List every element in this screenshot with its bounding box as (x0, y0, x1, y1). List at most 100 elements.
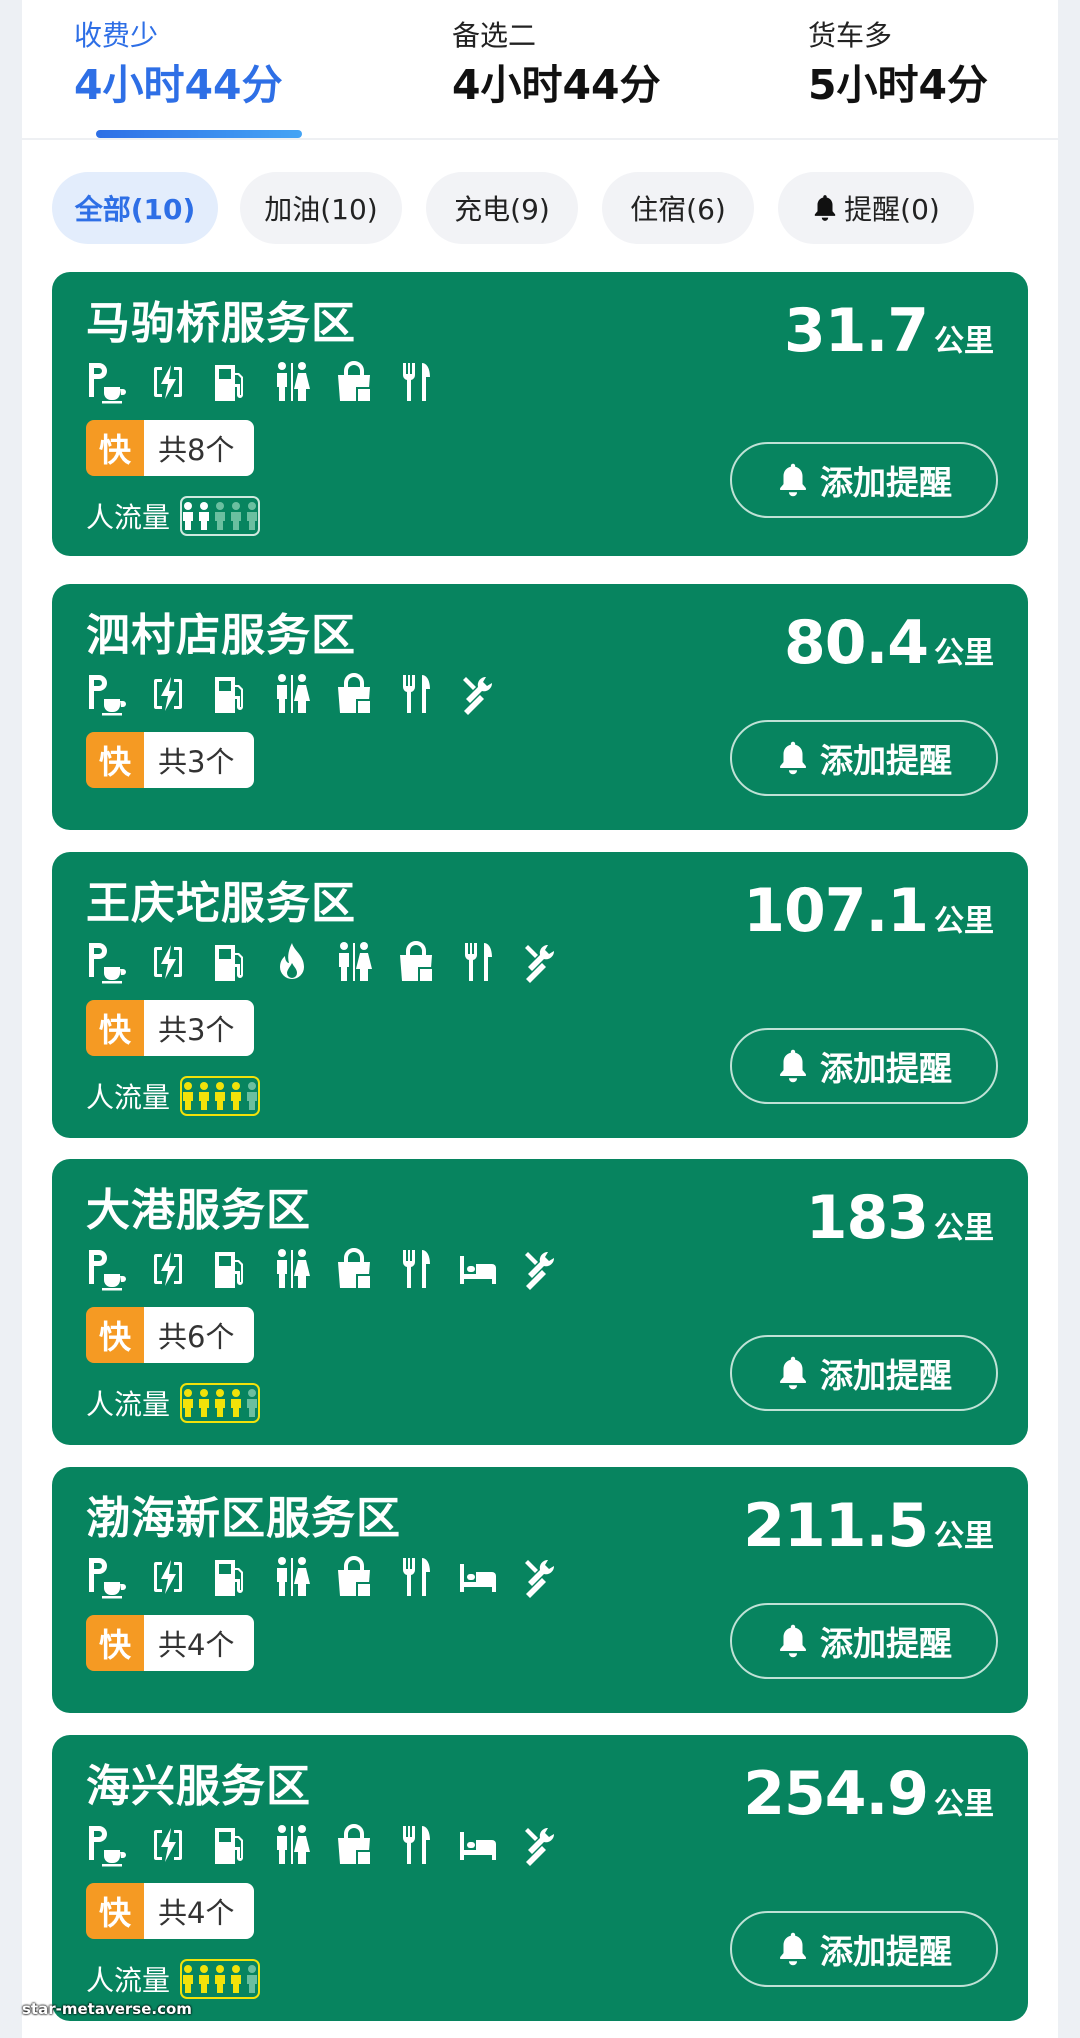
filter-label: 提醒(0) (844, 193, 940, 226)
tab-route-3[interactable]: 货车多 5小时4分 (808, 18, 988, 112)
add-reminder-label: 添加提醒 (820, 1933, 952, 1970)
restroom-icon (272, 359, 312, 405)
fast-count: 共3个 (144, 1000, 255, 1056)
service-area-card-5[interactable]: 渤海新区服务区 211.5 公里 快 共4个 添加提醒 (52, 1467, 1028, 1713)
service-area-card-2[interactable]: 泗村店服务区 80.4 公里 快 共3个 添加提醒 (52, 584, 1028, 830)
fast-tag: 快 (86, 420, 144, 476)
fast-charging-badge: 快 共4个 (86, 1615, 255, 1671)
restaurant-icon (396, 359, 436, 405)
charging-icon (148, 671, 188, 717)
crowd-indicator: 人流量 (86, 496, 261, 536)
crowd-person-icon (197, 501, 211, 531)
fast-tag: 快 (86, 732, 144, 788)
crowd-meter (180, 1383, 261, 1423)
fast-count: 共4个 (144, 1615, 255, 1671)
distance-value: 80.4 (783, 608, 929, 678)
crowd-label: 人流量 (86, 1964, 171, 1997)
distance-value: 254.9 (743, 1759, 929, 1829)
crowd-label: 人流量 (86, 1388, 171, 1421)
add-reminder-button[interactable]: 添加提醒 (730, 442, 998, 518)
add-reminder-button[interactable]: 添加提醒 (730, 720, 998, 796)
fuel-icon (210, 939, 250, 985)
tab-route-1[interactable]: 收费少 4小时44分 (74, 18, 283, 112)
watermark: star-metaverse.com (22, 2000, 192, 2018)
service-area-name: 大港服务区 (86, 1185, 311, 1236)
filter-fuel[interactable]: 加油(10) (240, 172, 402, 244)
fast-count: 共6个 (144, 1307, 255, 1363)
fast-count: 共3个 (144, 732, 255, 788)
parking-cafe-icon (86, 1554, 126, 1600)
repair-icon (458, 671, 498, 717)
crowd-person-icon (197, 1388, 211, 1418)
filter-all[interactable]: 全部(10) (52, 172, 218, 244)
crowd-person-icon (245, 501, 259, 531)
filter-label: 住宿(6) (630, 193, 726, 226)
service-area-card-6[interactable]: 海兴服务区 254.9 公里 快 共4个 人流量 添加提醒 (52, 1735, 1028, 2021)
gas-flame-icon (272, 939, 312, 985)
tab-route-2[interactable]: 备选二 4小时44分 (452, 18, 661, 112)
restaurant-icon (396, 1822, 436, 1868)
filter-charging[interactable]: 充电(9) (426, 172, 578, 244)
hotel-bed-icon (458, 1822, 498, 1868)
shop-icon (334, 1554, 374, 1600)
crowd-person-icon (213, 1388, 227, 1418)
service-area-card-1[interactable]: 马驹桥服务区 31.7 公里 快 共8个 人流量 添加提醒 (52, 272, 1028, 556)
distance-unit: 公里 (934, 1787, 994, 1822)
bell-icon (780, 741, 806, 775)
parking-cafe-icon (86, 671, 126, 717)
crowd-person-icon (213, 1964, 227, 1994)
crowd-person-icon (229, 1388, 243, 1418)
add-reminder-button[interactable]: 添加提醒 (730, 1603, 998, 1679)
filter-reminder[interactable]: 提醒(0) (778, 172, 974, 244)
charging-icon (148, 359, 188, 405)
fast-tag: 快 (86, 1307, 144, 1363)
distance: 107.1 公里 (743, 878, 994, 944)
crowd-person-icon (245, 1081, 259, 1111)
shop-icon (334, 359, 374, 405)
parking-cafe-icon (86, 939, 126, 985)
filter-label: 全部(10) (74, 193, 196, 226)
fast-charging-badge: 快 共3个 (86, 732, 255, 788)
distance-unit: 公里 (934, 904, 994, 939)
filter-label: 加油(10) (264, 193, 378, 226)
route-panel: 收费少 4小时44分 备选二 4小时44分 货车多 5小时4分 全部(10) 加… (22, 0, 1058, 2038)
crowd-person-icon (181, 501, 195, 531)
bell-icon (780, 463, 806, 497)
add-reminder-label: 添加提醒 (820, 742, 952, 779)
crowd-person-icon (245, 1388, 259, 1418)
facility-icons (86, 1551, 560, 1603)
distance-value: 183 (805, 1183, 929, 1253)
filter-label: 充电(9) (454, 193, 550, 226)
crowd-label: 人流量 (86, 1081, 171, 1114)
crowd-person-icon (229, 1081, 243, 1111)
restaurant-icon (458, 939, 498, 985)
add-reminder-button[interactable]: 添加提醒 (730, 1911, 998, 1987)
fuel-icon (210, 1822, 250, 1868)
facility-icons (86, 1819, 560, 1871)
restroom-icon (272, 1246, 312, 1292)
route-tabs: 收费少 4小时44分 备选二 4小时44分 货车多 5小时4分 (22, 0, 1058, 140)
crowd-indicator: 人流量 (86, 1383, 261, 1423)
facility-icons (86, 936, 560, 988)
charging-icon (148, 939, 188, 985)
fuel-icon (210, 671, 250, 717)
filter-lodging[interactable]: 住宿(6) (602, 172, 754, 244)
parking-cafe-icon (86, 1246, 126, 1292)
crowd-meter (180, 496, 261, 536)
repair-icon (520, 939, 560, 985)
fast-charging-badge: 快 共6个 (86, 1307, 255, 1363)
distance: 183 公里 (806, 1185, 994, 1251)
bell-icon (780, 1049, 806, 1083)
shop-icon (334, 1246, 374, 1292)
service-area-card-3[interactable]: 王庆坨服务区 107.1 公里 快 共3个 人流量 添加提醒 (52, 852, 1028, 1138)
service-area-card-4[interactable]: 大港服务区 183 公里 快 共6个 人流量 添加提醒 (52, 1159, 1028, 1445)
bell-icon (780, 1356, 806, 1390)
distance-unit: 公里 (934, 1519, 994, 1554)
parking-cafe-icon (86, 359, 126, 405)
repair-icon (520, 1246, 560, 1292)
distance-unit: 公里 (934, 636, 994, 671)
facility-icons (86, 356, 436, 408)
add-reminder-button[interactable]: 添加提醒 (730, 1335, 998, 1411)
crowd-person-icon (197, 1081, 211, 1111)
add-reminder-button[interactable]: 添加提醒 (730, 1028, 998, 1104)
